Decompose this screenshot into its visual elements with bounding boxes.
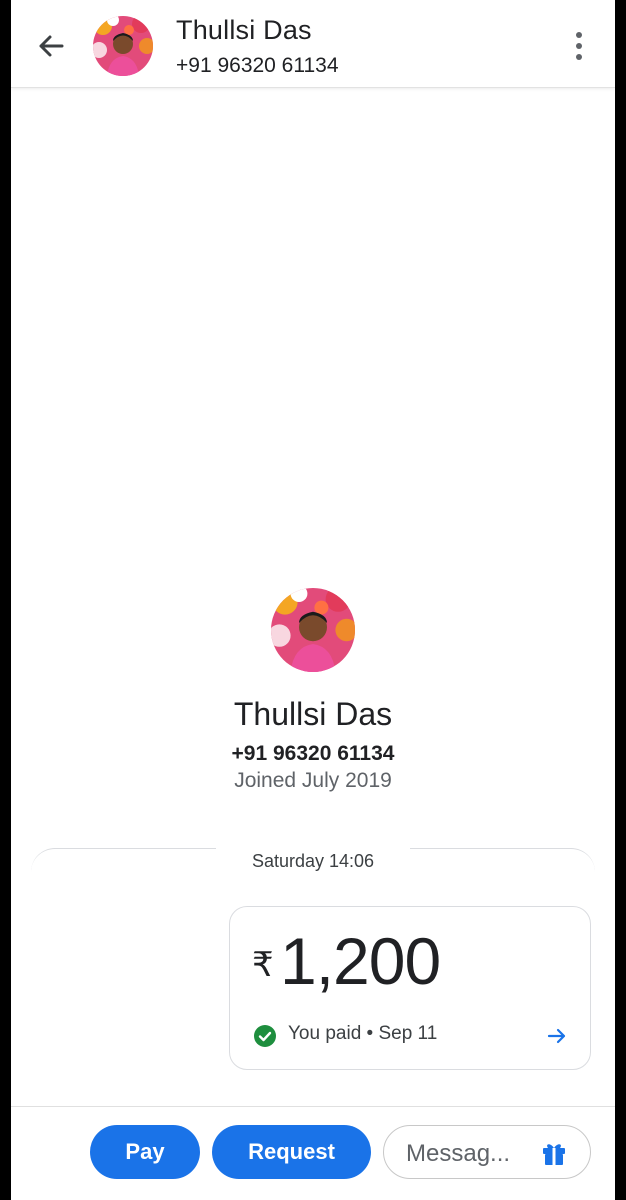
bottom-action-bar: Pay Request Messag... — [11, 1106, 615, 1200]
gift-icon[interactable] — [540, 1139, 568, 1167]
contact-photo — [93, 16, 153, 76]
contact-photo — [271, 588, 355, 672]
contact-phone: +91 96320 61134 — [176, 54, 339, 77]
payment-card[interactable]: ₹ 1,200 You paid • Sep 11 — [229, 906, 591, 1070]
avatar[interactable] — [93, 16, 153, 76]
top-app-bar: Thullsi Das +91 96320 61134 — [11, 0, 615, 88]
payment-amount: 1,200 — [280, 924, 441, 998]
currency-symbol: ₹ — [252, 946, 274, 984]
pay-button[interactable]: Pay — [90, 1125, 200, 1179]
profile-phone: +91 96320 61134 — [231, 742, 395, 765]
more-options-button[interactable] — [567, 28, 591, 64]
arrow-forward-icon[interactable] — [546, 1025, 568, 1047]
profile-avatar[interactable] — [271, 588, 355, 672]
joined-date: Joined July 2019 — [234, 769, 392, 792]
payment-status: You paid • Sep 11 — [288, 1023, 438, 1044]
more-vert-icon — [576, 32, 582, 38]
arrow-back-icon — [39, 35, 64, 57]
check-circle-icon — [254, 1025, 276, 1047]
message-input[interactable]: Messag... — [383, 1125, 591, 1179]
back-button[interactable] — [31, 26, 71, 66]
message-placeholder: Messag... — [406, 1140, 511, 1167]
chat-screen: Thullsi Das +91 96320 61134 Thullsi Das … — [11, 0, 615, 1200]
profile-name: Thullsi Das — [233, 696, 393, 732]
date-label: Saturday 14:06 — [251, 851, 375, 871]
contact-name[interactable]: Thullsi Das — [176, 15, 312, 46]
request-button[interactable]: Request — [212, 1125, 371, 1179]
